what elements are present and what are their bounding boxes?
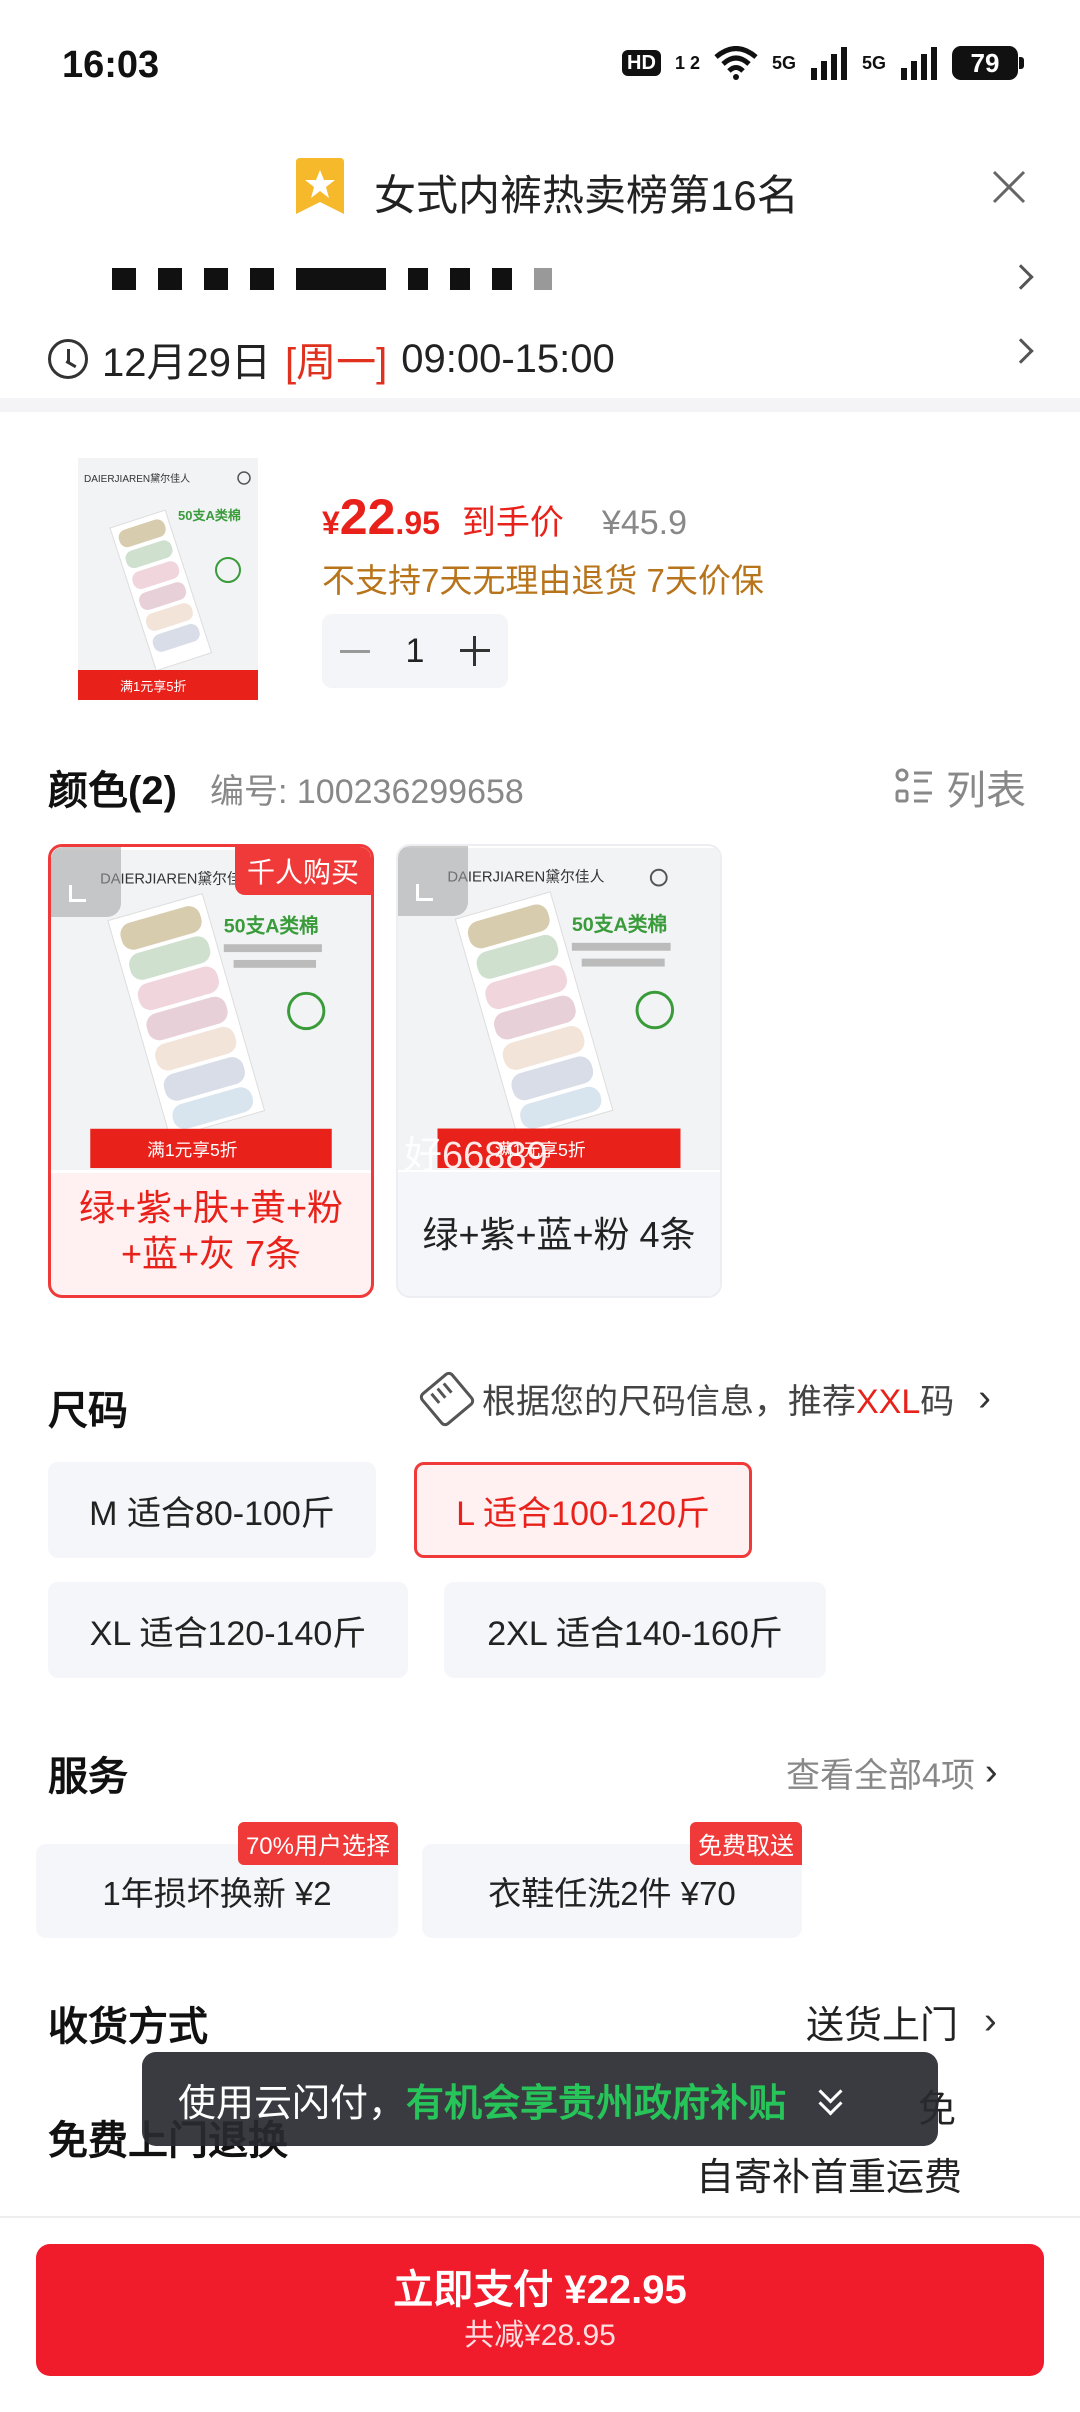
toast-highlight: 有机会享贵州政府补贴 bbox=[406, 2082, 787, 2125]
color-option-2[interactable]: DAIERJIAREN黛尔佳人 50支A类棉 满1元享5折 好66889 绿+紫… bbox=[396, 844, 722, 1298]
final-price-label: 到手价 bbox=[461, 504, 564, 542]
price-row: ¥22.95 到手价 ¥45.9 bbox=[322, 488, 687, 546]
chevron-right-icon: › bbox=[978, 1377, 991, 1419]
pay-button-label: 立即支付 ¥22.95 bbox=[393, 2268, 687, 2312]
card-brand: DAIERJIAREN黛尔佳人 bbox=[100, 870, 256, 887]
network-type-2: 5G bbox=[861, 52, 886, 73]
ranking-text[interactable]: 女式内裤热卖榜第16名 bbox=[374, 162, 799, 223]
chevron-right-icon: › bbox=[984, 2000, 997, 2042]
battery-icon: 79 bbox=[952, 46, 1024, 80]
payment-promo-toast[interactable]: 使用云闪付， 有机会享贵州政府补贴 bbox=[142, 2052, 938, 2146]
size-section-title: 尺码 bbox=[48, 1389, 128, 1433]
color-section-title: 颜色(2) bbox=[48, 769, 177, 813]
delivery-chevron-icon[interactable] bbox=[1008, 338, 1034, 364]
product-code: 编号: 100236299658 bbox=[210, 773, 524, 811]
thumb-promo: 满1元享5折 bbox=[120, 679, 186, 694]
service-badge: 免费取送 bbox=[690, 1822, 802, 1865]
expand-image-icon[interactable] bbox=[51, 847, 121, 917]
delivery-window: 09:00-15:00 bbox=[401, 336, 615, 381]
card-headline: 50支A类棉 bbox=[572, 913, 667, 936]
thumb-brand: DAIERJIAREN黛尔佳人 bbox=[84, 472, 190, 485]
list-icon bbox=[895, 768, 932, 803]
card-headline: 50支A类棉 bbox=[224, 914, 319, 937]
price-currency: ¥ bbox=[322, 505, 340, 541]
color-option-1[interactable]: 千人购买 DAIERJIAREN黛尔佳人 50支A类棉 满1元享5折 绿+紫+肤… bbox=[48, 844, 374, 1298]
pay-now-button[interactable]: 立即支付 ¥22.95 共减¥28.95 bbox=[36, 2244, 1044, 2376]
list-view-button[interactable]: 列表 bbox=[894, 758, 1026, 816]
hd-badge: HD bbox=[622, 50, 661, 76]
size-option-l[interactable]: L 适合100-120斤 bbox=[414, 1462, 752, 1558]
shipping-method-title: 收货方式 bbox=[48, 2005, 208, 2049]
product-thumbnail[interactable]: DAIERJIAREN黛尔佳人 50支A类棉 满1元享5折 bbox=[78, 458, 258, 700]
delivery-weekday: [周一] bbox=[284, 341, 388, 385]
card-brand: DAIERJIAREN黛尔佳人 bbox=[447, 869, 604, 886]
size-option-xl[interactable]: XL 适合120-140斤 bbox=[48, 1582, 408, 1678]
hd-sim-label: 1 2 bbox=[674, 52, 700, 73]
size-option-2xl[interactable]: 2XL 适合140-160斤 bbox=[444, 1582, 826, 1678]
service-section-title: 服务 bbox=[48, 1755, 128, 1799]
address-redacted[interactable] bbox=[112, 268, 552, 290]
size-rec-suffix: 码 bbox=[920, 1383, 955, 1421]
status-time: 16:03 bbox=[62, 44, 160, 86]
quantity-stepper: 1 bbox=[322, 614, 508, 688]
list-label: 列表 bbox=[946, 769, 1026, 813]
quantity-value[interactable]: 1 bbox=[406, 632, 425, 671]
service-label: 1年损坏换新 ¥2 bbox=[102, 1875, 332, 1912]
delivery-time-row[interactable]: 12月29日 [周一] 09:00-15:00 bbox=[48, 330, 615, 388]
clock-icon bbox=[48, 339, 88, 379]
popular-tag: 千人购买 bbox=[234, 847, 371, 895]
shipping-value-label: 送货上门 bbox=[806, 2005, 959, 2047]
delivery-date: 12月29日 bbox=[102, 341, 271, 385]
price-decimal: .95 bbox=[395, 505, 440, 541]
color-option-label: 绿+紫+肤+黄+粉+蓝+灰 7条 bbox=[78, 1187, 344, 1274]
size-recommendation[interactable]: 根据您的尺码信息，推荐XXL码 › bbox=[417, 1368, 991, 1429]
watermark-text: 好66889 bbox=[404, 1135, 548, 1177]
signal-icon-2 bbox=[901, 47, 937, 80]
shipping-method-value[interactable]: 送货上门 › bbox=[806, 1994, 997, 2049]
size-option-m[interactable]: M 适合80-100斤 bbox=[48, 1462, 376, 1558]
wifi-icon bbox=[714, 46, 758, 80]
ruler-icon bbox=[417, 1368, 477, 1429]
price-integer: 22 bbox=[339, 489, 396, 545]
service-badge: 70%用户选择 bbox=[237, 1822, 398, 1865]
return-policy: 不支持7天无理由退货 7天价保 bbox=[322, 562, 764, 599]
card-promo: 满1元享5折 bbox=[147, 1140, 237, 1160]
recommended-size: XXL bbox=[856, 1383, 921, 1421]
section-divider bbox=[0, 398, 1080, 412]
address-chevron-icon[interactable] bbox=[1008, 264, 1034, 290]
bottom-divider bbox=[0, 2216, 1080, 2218]
service-label: 衣鞋任洗2件 ¥70 bbox=[488, 1875, 736, 1912]
toast-prefix: 使用云闪付， bbox=[178, 2082, 407, 2125]
original-price: ¥45.9 bbox=[601, 504, 687, 542]
chevron-right-icon: › bbox=[984, 1751, 998, 1793]
view-all-label: 查看全部4项 bbox=[786, 1757, 975, 1795]
network-type-1: 5G bbox=[771, 52, 796, 73]
increase-button[interactable] bbox=[460, 636, 491, 666]
discount-total: 共减¥28.95 bbox=[464, 2319, 616, 2352]
size-rec-prefix: 根据您的尺码信息，推荐 bbox=[482, 1383, 856, 1421]
status-icons: HD 1 2 5G 5G 79 bbox=[622, 46, 1024, 80]
double-chevron-down-icon[interactable] bbox=[812, 2081, 848, 2117]
view-all-services[interactable]: 查看全部4项 › bbox=[786, 1748, 998, 1797]
decrease-button[interactable] bbox=[339, 649, 370, 653]
close-icon[interactable] bbox=[988, 166, 1030, 208]
expand-image-icon[interactable] bbox=[398, 846, 468, 916]
service-option-2[interactable]: 免费取送 衣鞋任洗2件 ¥70 bbox=[422, 1822, 802, 1938]
color-option-label: 绿+紫+蓝+粉 4条 bbox=[422, 1214, 696, 1255]
thumb-headline: 50支A类棉 bbox=[178, 508, 241, 523]
ranking-badge-icon bbox=[296, 158, 344, 214]
signal-icon bbox=[810, 47, 847, 80]
free-return-note-2: 自寄补首重运费 bbox=[696, 2157, 963, 2199]
service-option-1[interactable]: 70%用户选择 1年损坏换新 ¥2 bbox=[36, 1822, 398, 1938]
